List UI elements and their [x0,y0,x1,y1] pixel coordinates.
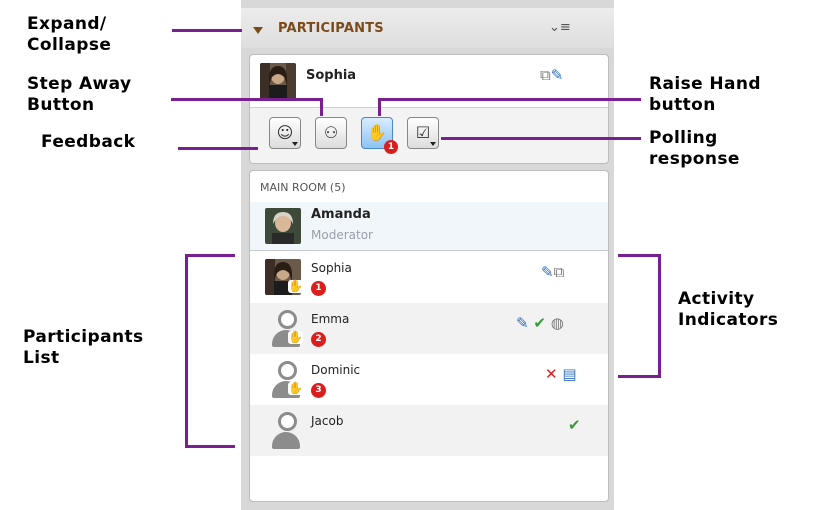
step-away-icon: ⚇ [323,123,339,142]
annotation-bracket [658,254,661,378]
annotation-bracket [185,445,235,448]
annotation-feedback: Feedback [41,132,135,153]
annotation-line-2: button [649,95,716,115]
dropdown-arrow-icon[interactable] [430,142,436,146]
annotation-line-1: Step Away [27,74,132,94]
microphone-icon: ✎ [550,66,564,84]
annotation-bracket [185,254,235,257]
activity-indicators: ✎⧉ [541,263,564,281]
caret-down-icon[interactable] [253,27,263,34]
list-item[interactable]: ✋ Sophia 1 ✎⧉ [250,252,608,303]
participant-name: Jacob [311,414,344,428]
annotation-line-2: Button [27,95,95,115]
self-name: Sophia [306,68,357,83]
annotation-line-1: Activity [678,289,755,309]
participants-panel: PARTICIPANTS ⌄≡ Sophia ⧉✎ ☺ ⚇ ✋ 1 ☑ MAIN… [241,0,614,510]
participant-name: Amanda [311,207,371,222]
chat-icon: ▤ [562,365,577,383]
annotation-line-1: Expand/ [27,14,107,34]
annotation-line-2: Collapse [27,35,112,55]
annotation-line-1: Raise Hand [649,74,761,94]
raise-hand-button[interactable]: ✋ 1 [361,117,398,154]
microphone-icon: ✎ [516,314,529,332]
annotation-connector [378,98,641,101]
panel-title: PARTICIPANTS [278,21,384,36]
annotation-connector [178,147,258,150]
self-section: Sophia ⧉✎ ☺ ⚇ ✋ 1 ☑ [249,54,609,164]
camera-copy-icon: ⧉ [540,66,551,84]
checkbox-icon: ☑ [415,123,431,142]
annotation-line-2: response [649,149,740,169]
panel-header[interactable]: PARTICIPANTS ⌄≡ [241,8,614,48]
smiley-icon: ☺ [276,123,294,142]
participant-name: Sophia [311,261,352,275]
participant-name: Emma [311,312,350,326]
avatar [271,411,301,451]
annotation-polling: Polling response [649,128,740,170]
annotation-line-1: Participants [23,327,144,347]
hand-icon: ✋ [288,279,303,293]
participant-role: Moderator [311,228,373,242]
room-label: MAIN ROOM (5) [260,181,346,194]
annotation-activity-indicators: Activity Indicators [678,289,778,331]
polling-button[interactable]: ☑ [407,117,439,149]
annotation-connector [172,29,242,32]
annotation-participants-list: Participants List [23,327,144,369]
microphone-icon: ✎ [541,263,554,281]
annotation-raise-hand: Raise Hand button [649,74,761,116]
menu-list-icon[interactable]: ⌄≡ [549,20,571,35]
hand-order-badge: 3 [311,383,326,398]
annotation-bracket [618,375,661,378]
annotation-step-away: Step Away Button [27,74,131,116]
annotation-line-1: Polling [649,128,718,148]
participant-name: Dominic [311,363,361,377]
activity-indicators: ✕ ▤ [545,365,577,383]
dropdown-arrow-icon[interactable] [292,142,298,146]
annotation-connector [441,137,641,140]
avatar [260,63,296,99]
list-item[interactable]: Jacob ✔ [250,405,608,456]
annotation-connector [171,98,323,101]
check-icon: ✔ [568,416,581,434]
globe-icon: ◍ [550,314,564,332]
annotation-line-2: Indicators [678,310,779,330]
activity-indicators: ✔ [568,416,581,434]
activity-indicators: ✎ ✔ ◍ [516,314,564,332]
list-item[interactable]: Amanda Moderator [250,202,608,251]
x-icon: ✕ [545,365,558,383]
avatar [265,208,301,244]
annotation-expand-collapse: Expand/ Collapse [27,14,111,56]
participants-list: MAIN ROOM (5) Amanda Moderator ✋ Sophia … [249,170,609,502]
step-away-button[interactable]: ⚇ [315,117,347,149]
self-status-icons: ⧉✎ [540,66,563,84]
hand-order-badge: 2 [311,332,326,347]
hand-icon: ✋ [367,123,387,142]
annotation-connector [320,98,323,116]
feedback-button[interactable]: ☺ [269,117,301,149]
hand-order-badge: 1 [311,281,326,296]
annotation-bracket [185,254,188,448]
check-icon: ✔ [533,314,546,332]
annotation-bracket [618,254,661,257]
list-item[interactable]: ✋ Dominic 3 ✕ ▤ [250,354,608,405]
hand-icon: ✋ [288,330,303,344]
annotation-connector [378,98,381,116]
annotation-line-2: List [23,348,60,368]
hand-count-badge: 1 [384,140,398,154]
list-item[interactable]: ✋ Emma 2 ✎ ✔ ◍ [250,303,608,354]
annotation-line-1: Feedback [41,132,136,152]
hand-icon: ✋ [288,381,303,395]
copy-icon: ⧉ [553,263,565,281]
